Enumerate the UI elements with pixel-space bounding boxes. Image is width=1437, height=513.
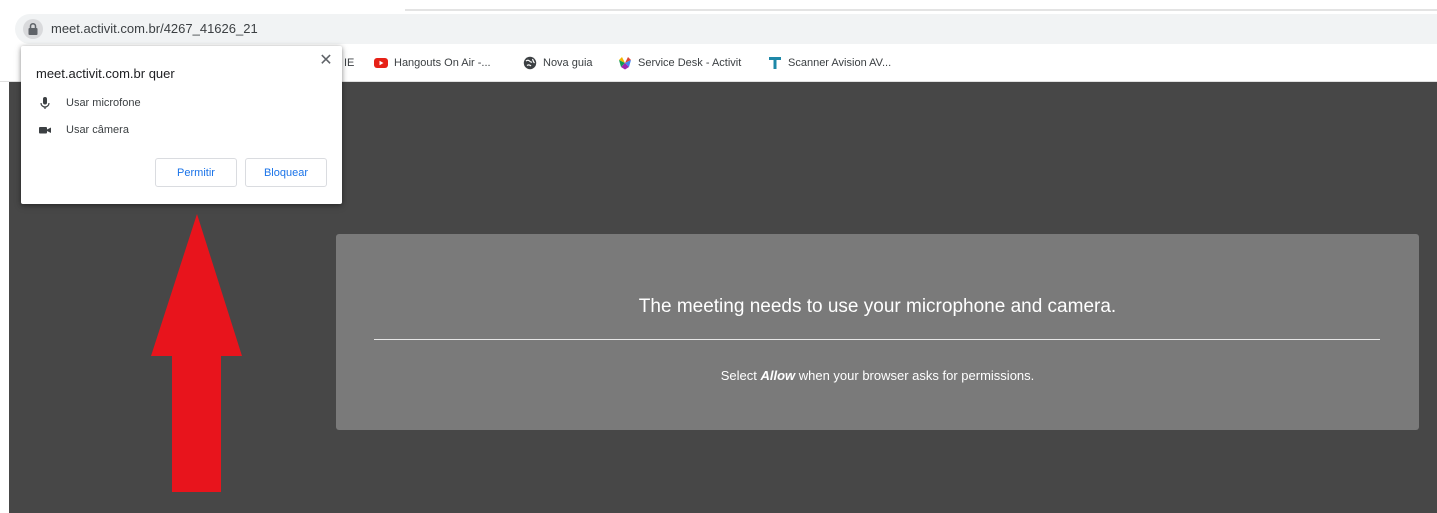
notice-body: Select Allow when your browser asks for … [336,368,1419,383]
permission-microphone: Usar microfone [38,95,141,111]
bookmark-label: Hangouts On Air -... [394,57,491,69]
page-left-edge [0,82,9,513]
bookmark-ie[interactable]: IE [344,54,354,72]
close-icon[interactable]: ✕ [317,52,335,70]
permission-label: Usar microfone [66,97,141,109]
permission-camera: Usar câmera [38,122,129,138]
address-bar[interactable]: meet.activit.com.br/4267_41626_21 [15,14,1437,44]
red-arrow-annotation [151,214,242,492]
permissions-notice: The meeting needs to use your microphone… [336,234,1419,430]
url-text[interactable]: meet.activit.com.br/4267_41626_21 [51,21,258,36]
service-desk-icon [618,56,632,70]
bookmark-label: Service Desk - Activit [638,57,742,69]
globe-icon [523,56,537,70]
notice-body-suffix: when your browser asks for permissions. [795,368,1035,383]
camera-icon [38,123,52,137]
bookmark-nova-guia[interactable]: Nova guia [523,54,593,72]
microphone-icon [38,96,52,110]
notice-title: The meeting needs to use your microphone… [638,296,1117,317]
notice-divider [374,339,1380,340]
youtube-icon [374,56,388,70]
t-logo-icon [768,56,782,70]
allow-button[interactable]: Permitir [155,158,237,187]
block-button[interactable]: Bloquear [245,158,327,187]
lock-icon[interactable] [23,19,43,39]
tab-strip-edge [405,9,1437,11]
bookmark-scanner-avision[interactable]: Scanner Avision AV... [768,54,891,72]
bookmark-hangouts-on-air[interactable]: Hangouts On Air -... [374,54,491,72]
bookmark-label: Nova guia [543,57,593,69]
bookmark-label: IE [344,57,355,69]
bookmark-label: Scanner Avision AV... [788,57,892,69]
permission-prompt: meet.activit.com.br quer ✕ Usar microfon… [21,46,342,204]
prompt-title: meet.activit.com.br quer [36,66,175,81]
notice-body-prefix: Select [720,368,761,383]
notice-body-emphasis: Allow [760,368,796,383]
bookmark-service-desk[interactable]: Service Desk - Activit [618,54,741,72]
permission-label: Usar câmera [66,124,129,136]
tab-strip [0,0,1437,11]
